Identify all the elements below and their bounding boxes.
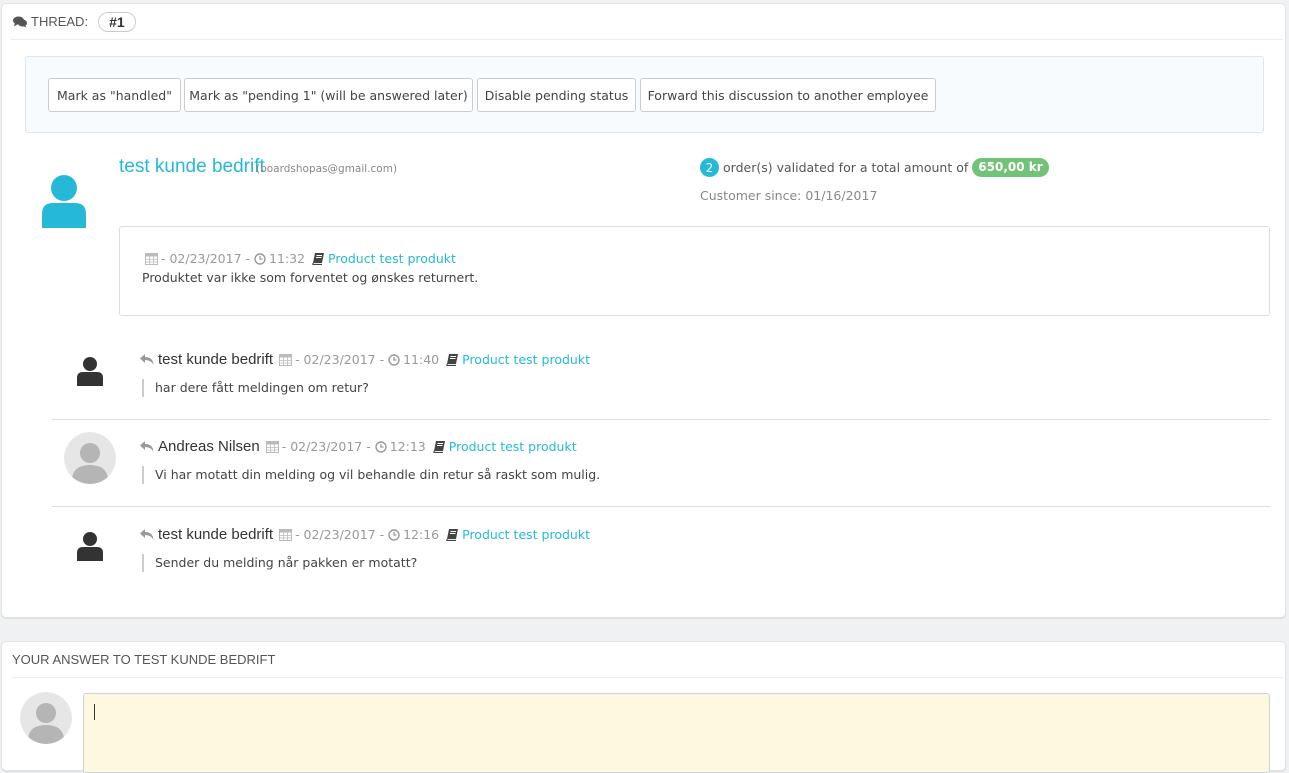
first-message: - 02/23/2017 - 11:32 Product test produk… bbox=[119, 226, 1270, 316]
reply-time: 12:13 bbox=[389, 439, 426, 454]
message-text: Produktet var ikke som forventet og ønsk… bbox=[142, 270, 479, 285]
user-icon bbox=[77, 357, 103, 386]
orders-summary: 2 order(s) validated for a total amount … bbox=[700, 158, 1049, 177]
reply-item: test kunde bedrift - 02/23/2017 - 11:40 bbox=[52, 334, 1270, 420]
message-date: - 02/23/2017 - bbox=[161, 251, 251, 266]
forward-discussion-button[interactable]: Forward this discussion to another emplo… bbox=[640, 78, 936, 112]
answer-textarea[interactable] bbox=[83, 693, 1270, 773]
reply-time: 11:40 bbox=[403, 352, 440, 367]
reply-author: test kunde bedrift bbox=[158, 351, 274, 368]
total-amount-badge: 650,00 kr bbox=[972, 158, 1049, 177]
reply-author: Andreas Nilsen bbox=[158, 438, 260, 455]
product-link[interactable]: Product test produkt bbox=[462, 527, 590, 542]
calendar-icon bbox=[145, 253, 158, 265]
employee-avatar bbox=[64, 432, 116, 484]
thread-heading: THREAD: #1 bbox=[10, 4, 1283, 40]
answer-heading: YOUR ANSWER TO TEST KUNDE BEDRIFT bbox=[12, 642, 1283, 678]
disable-pending-button[interactable]: Disable pending status bbox=[477, 78, 636, 112]
reply-text: har dere fått meldingen om retur? bbox=[142, 379, 369, 397]
reply-item: test kunde bedrift - 02/23/2017 - 12:16 bbox=[52, 509, 1270, 595]
customer-email: (boardshopas@gmail.com) bbox=[256, 163, 398, 175]
message-time: 11:32 bbox=[269, 251, 306, 266]
message-meta: - 02/23/2017 - 11:32 Product test produk… bbox=[145, 251, 456, 266]
reply-icon bbox=[140, 354, 154, 365]
reply-icon bbox=[140, 529, 154, 540]
product-link[interactable]: Product test produkt bbox=[462, 352, 590, 367]
book-icon bbox=[446, 354, 459, 366]
mark-handled-button[interactable]: Mark as "handled" bbox=[48, 78, 181, 112]
customer-name-link[interactable]: test kunde bedrift bbox=[119, 156, 265, 178]
book-icon bbox=[433, 441, 445, 453]
reply-date: - 02/23/2017 - bbox=[295, 527, 385, 542]
calendar-icon bbox=[265, 441, 279, 453]
orders-count-badge: 2 bbox=[700, 158, 719, 177]
comments-icon bbox=[13, 16, 27, 27]
customer-since: Customer since: 01/16/2017 bbox=[700, 188, 878, 203]
mark-pending-button[interactable]: Mark as "pending 1" (will be answered la… bbox=[184, 78, 473, 112]
reply-date: - 02/23/2017 - bbox=[281, 439, 371, 454]
calendar-icon bbox=[279, 354, 293, 366]
reply-author: test kunde bedrift bbox=[158, 526, 274, 543]
thread-number-badge: #1 bbox=[98, 11, 136, 32]
orders-text: order(s) validated for a total amount of bbox=[723, 160, 969, 175]
reply-date: - 02/23/2017 - bbox=[295, 352, 385, 367]
user-icon bbox=[77, 532, 103, 561]
reply-time: 12:16 bbox=[403, 527, 440, 542]
product-link[interactable]: Product test produkt bbox=[449, 439, 577, 454]
book-icon bbox=[312, 253, 325, 265]
thread-actions: Mark as "handled" Mark as "pending 1" (w… bbox=[25, 56, 1264, 133]
thread-label: THREAD: bbox=[31, 14, 89, 29]
book-icon bbox=[446, 529, 459, 541]
text-caret bbox=[94, 704, 95, 720]
clock-icon bbox=[375, 440, 387, 453]
reply-text: Sender du melding når pakken er motatt? bbox=[142, 554, 417, 572]
thread-panel: THREAD: #1 Mark as "handled" Mark as "pe… bbox=[1, 3, 1286, 618]
reply-text: Vi har motatt din melding og vil behandl… bbox=[142, 466, 600, 484]
customer-avatar-icon bbox=[42, 175, 86, 228]
calendar-icon bbox=[279, 529, 293, 541]
product-link[interactable]: Product test produkt bbox=[328, 251, 456, 266]
clock-icon bbox=[388, 528, 400, 541]
reply-item: Andreas Nilsen - 02/23/2017 - 12:13 Prod… bbox=[52, 421, 1270, 507]
clock-icon bbox=[254, 252, 266, 265]
employee-avatar bbox=[20, 692, 72, 744]
reply-icon bbox=[140, 441, 154, 452]
clock-icon bbox=[388, 353, 400, 366]
